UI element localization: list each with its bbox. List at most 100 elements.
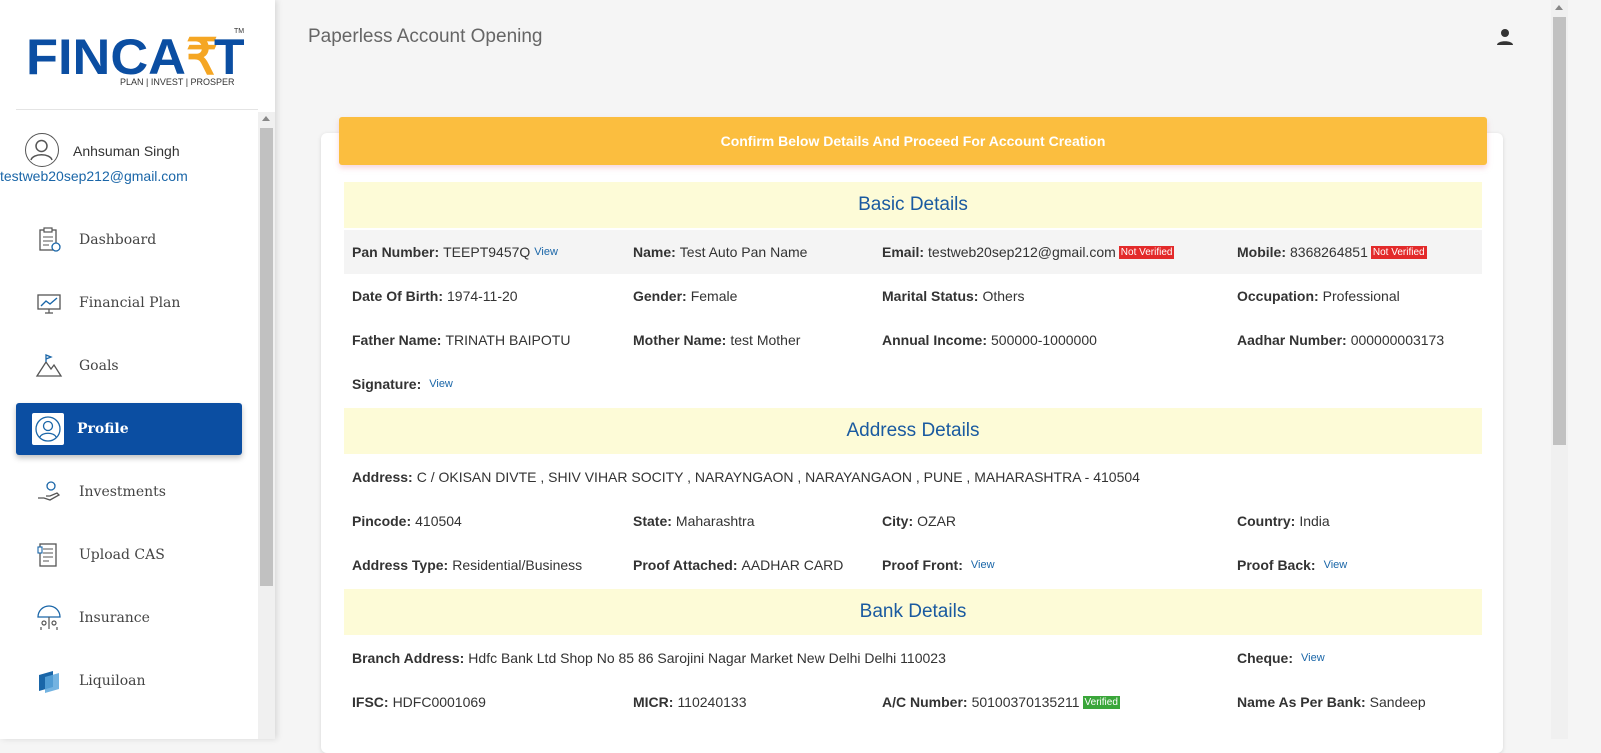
sidebar-item-label: Dashboard xyxy=(79,232,157,248)
hand-coin-icon xyxy=(32,475,66,509)
fincart-logo[interactable]: FINCA ₹ T TM PLAN | INVEST | PROSPER xyxy=(26,24,256,94)
user-avatar[interactable] xyxy=(25,133,59,167)
field-value: 50100370135211 xyxy=(971,694,1080,710)
sidebar-item-label: Goals xyxy=(79,358,119,374)
field-label: Aadhar Number: xyxy=(1237,332,1347,348)
field-value: 110240133 xyxy=(677,694,747,710)
sidebar-item-profile[interactable]: Profile xyxy=(16,403,242,455)
section-basic-details: Basic Details xyxy=(344,182,1482,228)
proof-back-view-link[interactable]: View xyxy=(1324,559,1348,571)
scrollbar-thumb[interactable] xyxy=(1553,17,1566,445)
field-label: Pincode: xyxy=(352,513,412,529)
field-value: 8368264851 xyxy=(1290,244,1368,260)
email-field: Email: testweb20sep212@gmail.com Not Verif… xyxy=(882,230,1175,274)
field-label: MICR: xyxy=(633,694,674,710)
state-field: State: Maharashtra xyxy=(633,499,755,543)
field-label: Mother Name: xyxy=(633,332,727,348)
occupation-field: Occupation: Professional xyxy=(1237,274,1400,318)
logo-divider xyxy=(16,109,258,110)
sidebar-scrollbar[interactable] xyxy=(258,112,275,739)
field-label: Signature: xyxy=(352,376,422,392)
father-name-field: Father Name: TRINATH BAIPOTU xyxy=(352,318,570,362)
field-label: IFSC: xyxy=(352,694,389,710)
aadhar-field: Aadhar Number: 000000003173 xyxy=(1237,318,1444,362)
proof-front-view-link[interactable]: View xyxy=(971,559,995,571)
scroll-up-icon[interactable] xyxy=(1555,5,1563,10)
field-label: Father Name: xyxy=(352,332,442,348)
field-label: Marital Status: xyxy=(882,288,979,304)
field-label: Pan Number: xyxy=(352,244,440,260)
dob-field: Date Of Birth: 1974-11-20 xyxy=(352,274,518,318)
status-badge: Not Verified xyxy=(1370,245,1427,259)
page-title: Paperless Account Opening xyxy=(308,26,543,47)
field-value: Sandeep xyxy=(1369,694,1426,710)
marital-status-field: Marital Status: Others xyxy=(882,274,1024,318)
field-value: TRINATH BAIPOTU xyxy=(445,332,571,348)
user-email: testweb20sep212@gmail.com xyxy=(0,168,188,184)
field-label: Name: xyxy=(633,244,676,260)
field-label: Proof Back: xyxy=(1237,557,1316,573)
field-label: Cheque: xyxy=(1237,650,1293,666)
field-label: Annual Income: xyxy=(882,332,988,348)
field-label: Address: xyxy=(352,469,413,485)
field-label: Gender: xyxy=(633,288,687,304)
svg-text:PLAN | INVEST | PROSPER: PLAN | INVEST | PROSPER xyxy=(120,77,235,87)
field-value: OZAR xyxy=(917,513,957,529)
cheque-field: Cheque: View xyxy=(1237,636,1325,680)
field-label: Proof Attached: xyxy=(633,557,738,573)
page-scrollbar[interactable] xyxy=(1551,0,1568,739)
sidebar-item-goals[interactable]: Goals xyxy=(16,340,242,392)
account-icon[interactable] xyxy=(1495,27,1515,47)
pan-view-link[interactable]: View xyxy=(534,246,558,258)
mobile-field: Mobile: 8368264851 Not Verified xyxy=(1237,230,1427,274)
gender-field: Gender: Female xyxy=(633,274,737,318)
scrollbar-thumb[interactable] xyxy=(260,128,273,586)
annual-income-field: Annual Income: 500000-1000000 xyxy=(882,318,1097,362)
field-value: Test Auto Pan Name xyxy=(679,244,808,260)
sidebar-item-upload-cas[interactable]: Upload CAS xyxy=(16,529,242,581)
section-address-details: Address Details xyxy=(344,408,1482,454)
dashboard-icon xyxy=(32,223,66,257)
user-name: Anhsuman Singh xyxy=(73,143,180,159)
sidebar-item-label: Upload CAS xyxy=(79,547,165,563)
address-type-field: Address Type: Residential/Business xyxy=(352,543,582,587)
cheque-view-link[interactable]: View xyxy=(1301,652,1325,664)
sidebar-item-liquiloan[interactable]: Liquiloan xyxy=(16,655,242,707)
field-label: Mobile: xyxy=(1237,244,1286,260)
name-field: Name: Test Auto Pan Name xyxy=(633,230,807,274)
field-value: test Mother xyxy=(730,332,801,348)
field-value: Hdfc Bank Ltd Shop No 85 86 Sarojini Nag… xyxy=(468,650,946,666)
confirm-banner: Confirm Below Details And Proceed For Ac… xyxy=(339,117,1487,165)
field-value: 000000003173 xyxy=(1350,332,1445,348)
field-label: Address Type: xyxy=(352,557,449,573)
scroll-up-icon[interactable] xyxy=(262,116,270,121)
ifsc-field: IFSC: HDFC0001069 xyxy=(352,680,486,724)
detail-row: Address Type: Residential/Business Proof … xyxy=(344,543,1482,587)
sidebar-item-label: Insurance xyxy=(79,610,150,626)
signature-view-link[interactable]: View xyxy=(429,378,453,390)
field-value: India xyxy=(1299,513,1330,529)
sidebar: FINCA ₹ T TM PLAN | INVEST | PROSPER Anh… xyxy=(0,0,275,739)
field-label: Email: xyxy=(882,244,925,260)
sidebar-item-insurance[interactable]: Insurance xyxy=(16,592,242,644)
profile-icon xyxy=(32,413,64,445)
branch-address-field: Branch Address: Hdfc Bank Ltd Shop No 85 … xyxy=(352,636,946,680)
sidebar-item-dashboard[interactable]: Dashboard xyxy=(16,214,242,266)
field-label: Branch Address: xyxy=(352,650,465,666)
sidebar-item-label: Investments xyxy=(79,484,166,500)
field-value: Female xyxy=(690,288,738,304)
field-value: Maharashtra xyxy=(675,513,755,529)
sidebar-item-investments[interactable]: Investments xyxy=(16,466,242,518)
status-badge: Verified xyxy=(1082,695,1120,709)
field-value: Residential/Business xyxy=(452,557,583,573)
field-label: Name As Per Bank: xyxy=(1237,694,1366,710)
sidebar-item-label: Liquiloan xyxy=(79,673,146,689)
field-value: Others xyxy=(982,288,1025,304)
field-value: AADHAR CARD xyxy=(741,557,844,573)
sidebar-item-financial-plan[interactable]: Financial Plan xyxy=(16,277,242,329)
account-number-field: A/C Number: 50100370135211 Verified xyxy=(882,680,1120,724)
field-value: 500000-1000000 xyxy=(991,332,1097,348)
sidebar-item-label: Financial Plan xyxy=(79,295,181,311)
field-label: Date Of Birth: xyxy=(352,288,443,304)
status-badge: Not Verified xyxy=(1118,245,1175,259)
